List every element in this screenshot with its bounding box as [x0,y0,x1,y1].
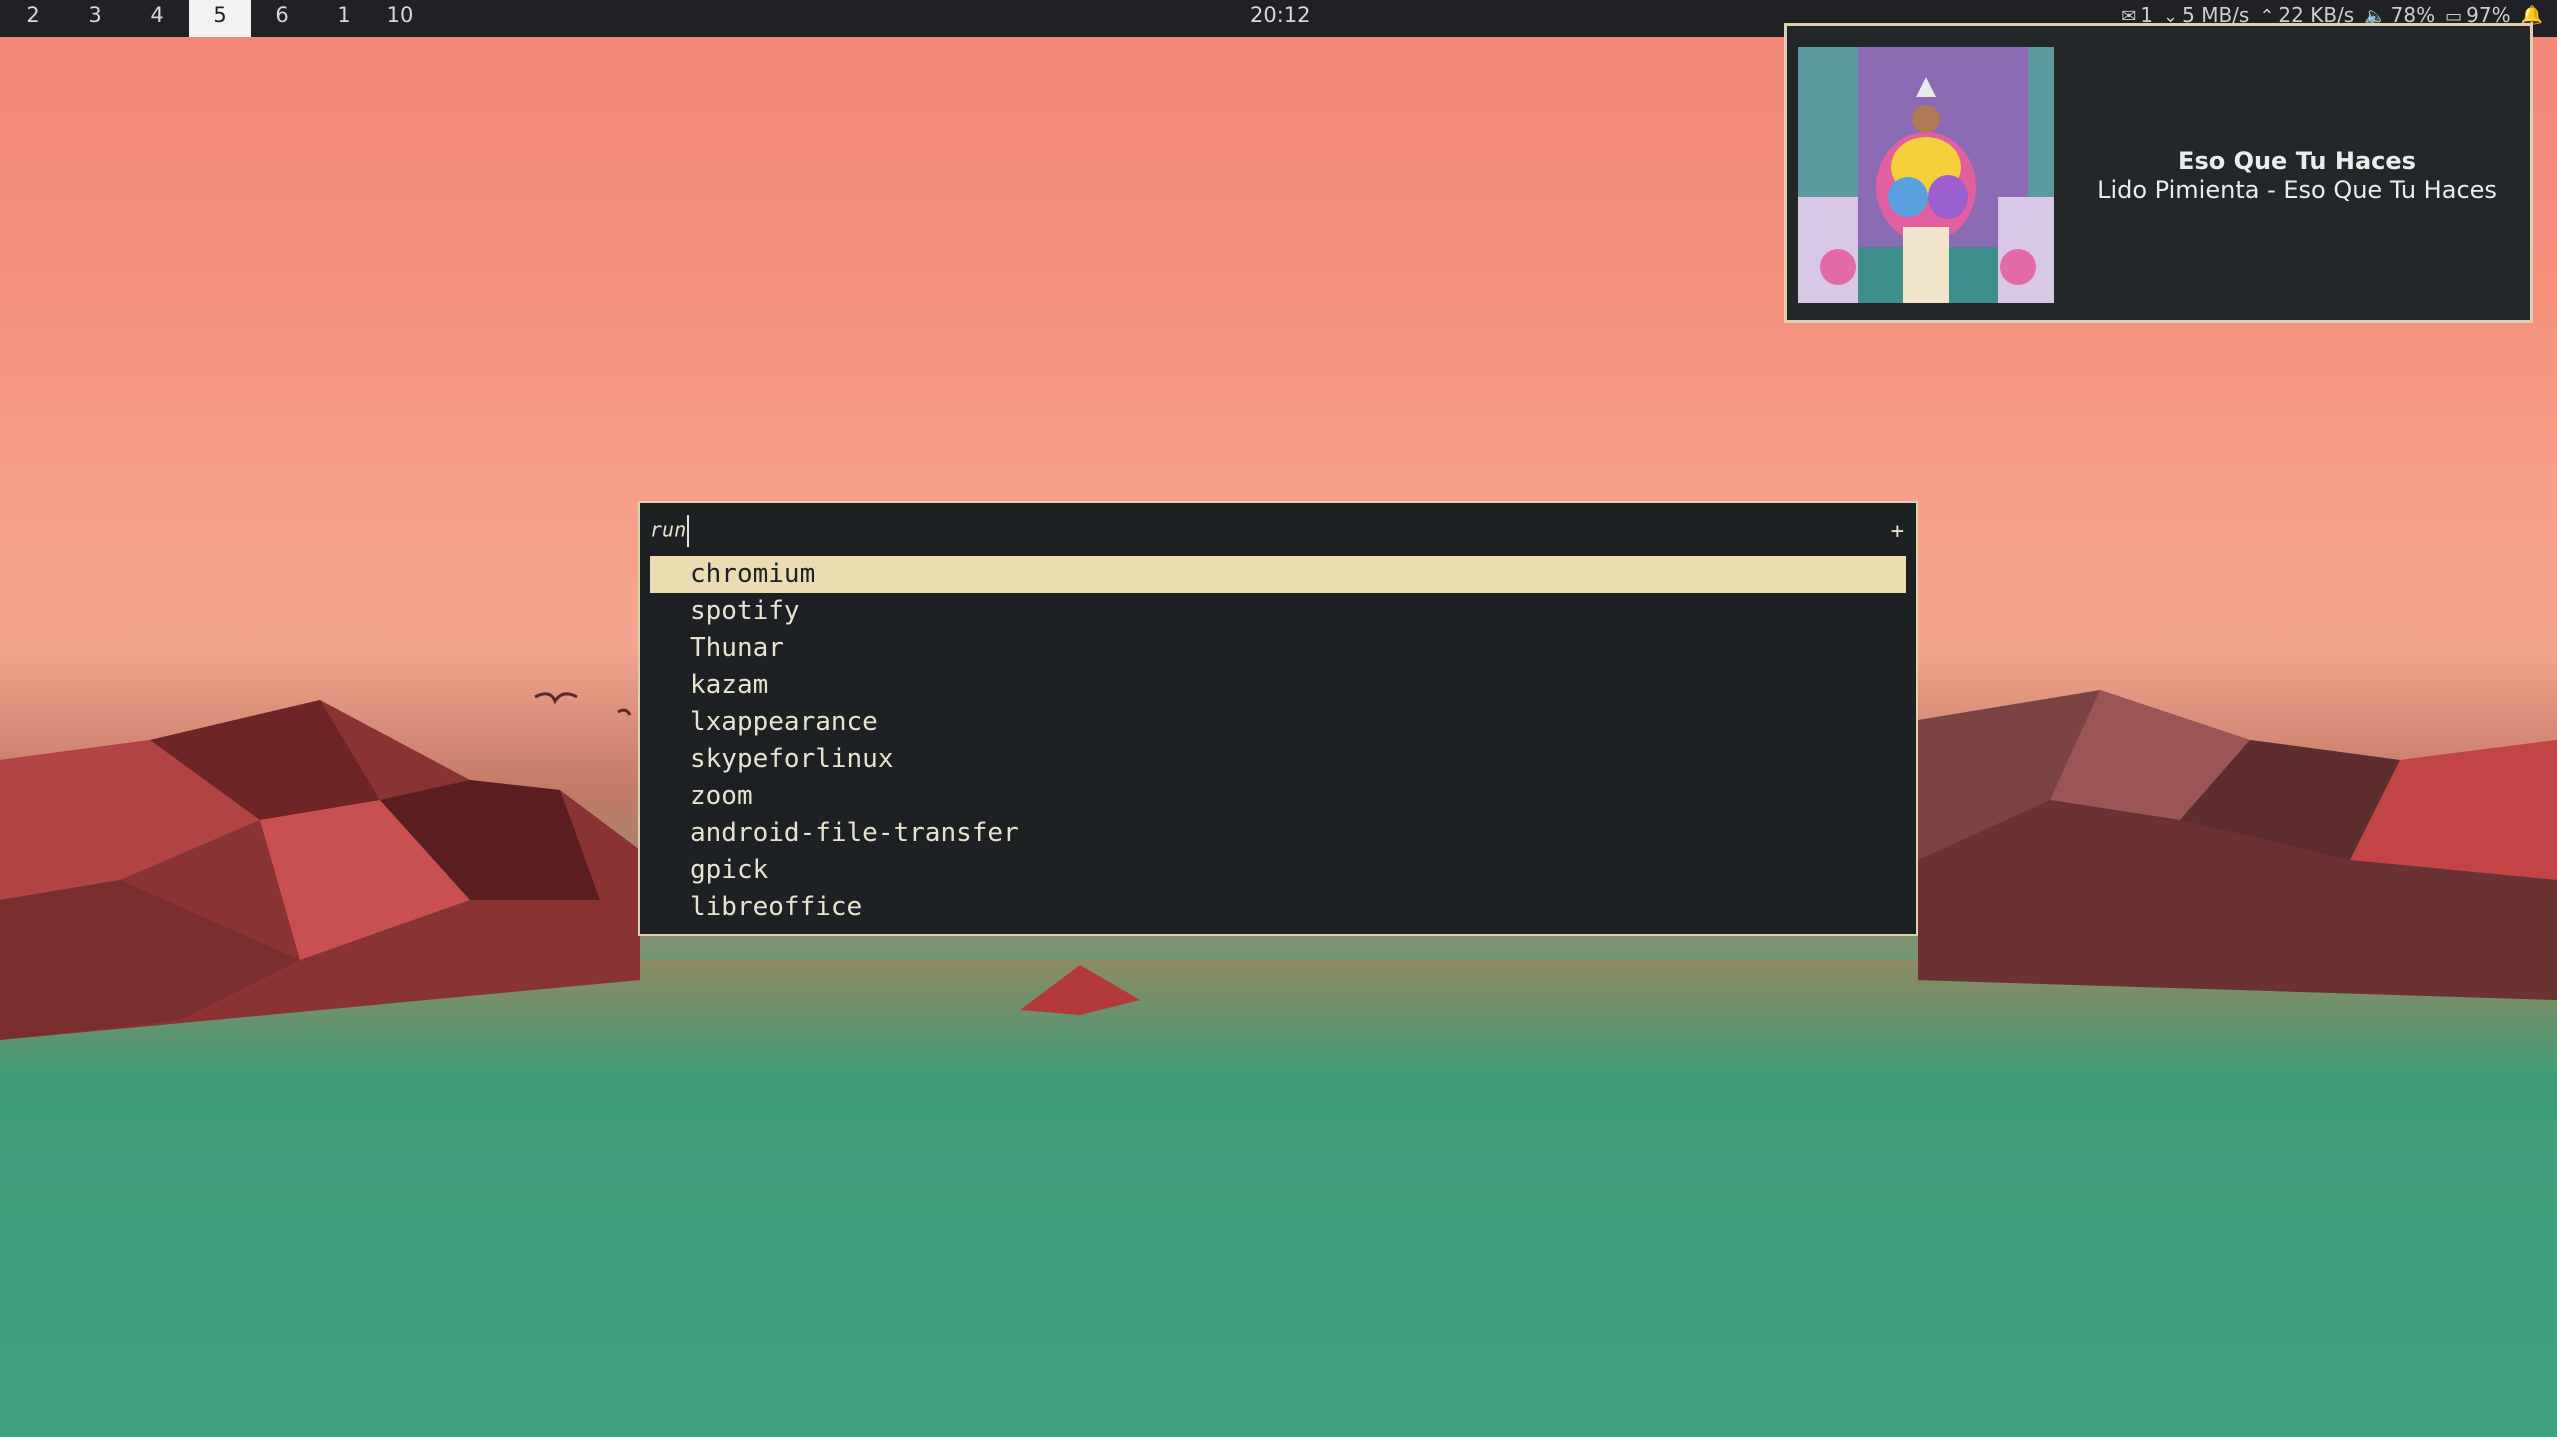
workspace-button[interactable]: 5 [189,0,251,37]
launcher-result-item[interactable]: zoom [650,778,1906,815]
music-notification[interactable]: Eso Que Tu Haces Lido Pimienta - Eso Que… [1784,23,2533,323]
notification-text: Eso Que Tu Haces Lido Pimienta - Eso Que… [2077,146,2517,204]
launcher-input[interactable]: run [650,515,690,547]
track-artist-album: Lido Pimienta - Eso Que Tu Haces [2097,176,2497,204]
launcher-result-item[interactable]: lxappearance [650,704,1906,741]
launcher-result-item[interactable]: android-file-transfer [650,815,1906,852]
prompt-label: run [650,517,687,542]
launcher-result-item[interactable]: kazam [650,667,1906,704]
launcher-result-item[interactable]: Thunar [650,630,1906,667]
launcher-result-item[interactable]: skypeforlinux [650,741,1906,778]
album-cover [1798,47,2054,303]
workspace-button[interactable]: 2 [2,0,64,37]
plus-icon: + [1890,519,1904,544]
launcher-result-item[interactable]: libreoffice [650,889,1906,926]
workspace-button[interactable]: 1 [313,0,375,37]
launcher-result-item[interactable]: chromium [650,556,1906,593]
launcher-results: chromium spotify Thunar kazam lxappearance sk… [650,556,1906,926]
workspace-button[interactable]: 3 [64,0,126,37]
track-title: Eso Que Tu Haces [2178,147,2416,175]
text-cursor [687,515,690,547]
launcher-result-item[interactable]: spotify [650,593,1906,630]
launcher-result-item[interactable]: gpick [650,852,1906,889]
workspace-button[interactable]: 10 [369,0,431,37]
clock: 20:12 [1250,3,1311,27]
workspace-button[interactable]: 6 [251,0,313,37]
workspace-button[interactable]: 4 [126,0,188,37]
app-launcher: run + chromium spotify Thunar kazam lxappear… [638,501,1918,936]
